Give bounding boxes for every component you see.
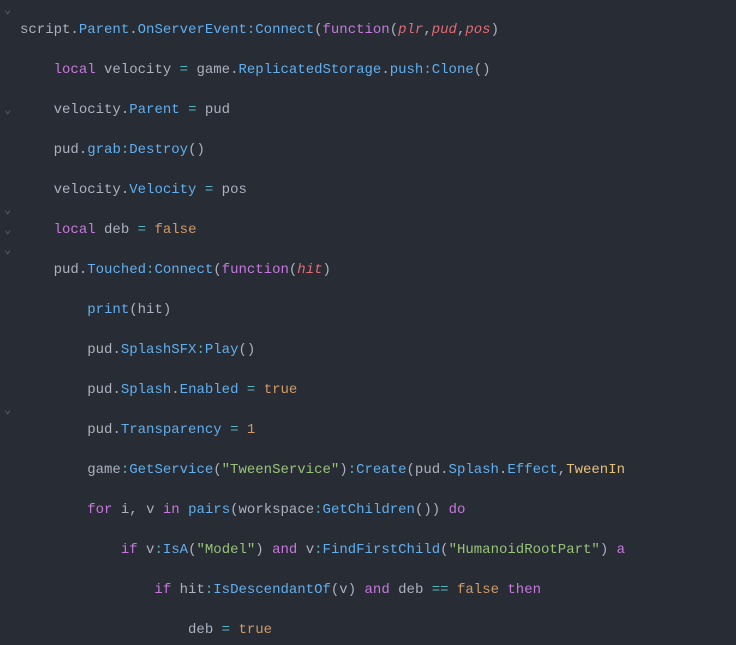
code-line[interactable]: script.Parent.OnServerEvent:Connect(func… bbox=[20, 20, 736, 40]
code-line[interactable]: local velocity = game.ReplicatedStorage.… bbox=[20, 60, 736, 80]
code-editor[interactable]: ⌄ ⌄ ⌄ ⌄ ⌄ ⌄ script.Parent.OnServerEvent:… bbox=[0, 0, 736, 645]
code-line[interactable]: if hit:IsDescendantOf(v) and deb == fals… bbox=[20, 580, 736, 600]
code-line[interactable]: velocity.Velocity = pos bbox=[20, 180, 736, 200]
code-line[interactable]: pud.Splash.Enabled = true bbox=[20, 380, 736, 400]
code-line[interactable]: velocity.Parent = pud bbox=[20, 100, 736, 120]
code-line[interactable]: for i, v in pairs(workspace:GetChildren(… bbox=[20, 500, 736, 520]
code-line[interactable]: pud.grab:Destroy() bbox=[20, 140, 736, 160]
fold-marker[interactable]: ⌄ bbox=[4, 225, 14, 235]
fold-marker[interactable]: ⌄ bbox=[4, 5, 14, 15]
code-line[interactable]: pud.Touched:Connect(function(hit) bbox=[20, 260, 736, 280]
code-line[interactable]: pud.SplashSFX:Play() bbox=[20, 340, 736, 360]
code-line[interactable]: local deb = false bbox=[20, 220, 736, 240]
code-line[interactable]: if v:IsA("Model") and v:FindFirstChild("… bbox=[20, 540, 736, 560]
code-line[interactable]: print(hit) bbox=[20, 300, 736, 320]
fold-marker[interactable]: ⌄ bbox=[4, 405, 14, 415]
code-line[interactable]: deb = true bbox=[20, 620, 736, 640]
fold-marker[interactable]: ⌄ bbox=[4, 105, 14, 115]
fold-marker[interactable]: ⌄ bbox=[4, 245, 14, 255]
code-line[interactable]: game:GetService("TweenService"):Create(p… bbox=[20, 460, 736, 480]
fold-marker[interactable]: ⌄ bbox=[4, 205, 14, 215]
code-line[interactable]: pud.Transparency = 1 bbox=[20, 420, 736, 440]
code-area[interactable]: script.Parent.OnServerEvent:Connect(func… bbox=[18, 0, 736, 645]
fold-gutter: ⌄ ⌄ ⌄ ⌄ ⌄ ⌄ bbox=[0, 0, 18, 645]
